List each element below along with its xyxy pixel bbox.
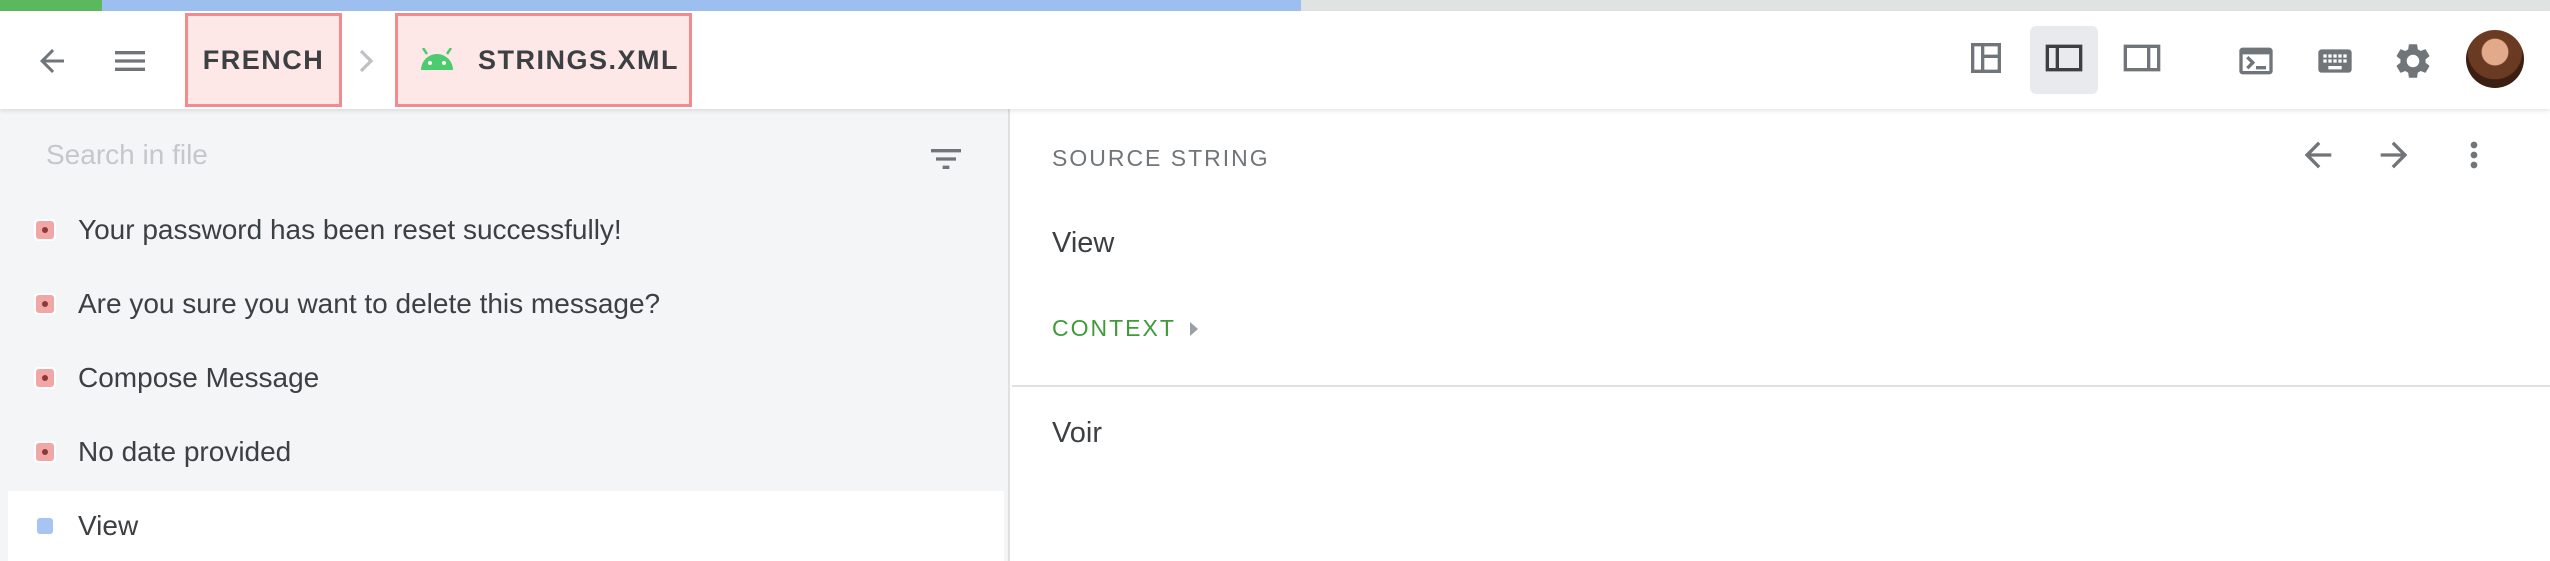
untranslated-status-icon [34,293,56,315]
filter-icon[interactable] [926,139,966,184]
string-text: Are you sure you want to delete this mes… [78,288,661,319]
layout-left-panel-button[interactable] [2030,26,2098,94]
hamburger-menu-icon[interactable] [108,39,152,83]
translation-text[interactable]: Voir [1052,417,1102,450]
back-arrow-icon[interactable] [30,39,74,83]
string-text: View [78,510,139,541]
strings-panel: Your password has been reset successfull… [0,109,1010,561]
search-input[interactable] [46,135,876,175]
top-bar: FRENCH STRINGS.XML [0,11,2550,109]
string-list-item[interactable]: No date provided [8,417,1004,487]
progress-translated-segment [102,0,1301,11]
breadcrumb-file-label: STRINGS.XML [478,44,680,75]
string-text: Your password has been reset successfull… [78,214,622,245]
next-string-icon[interactable] [2374,135,2414,180]
string-list-item-selected[interactable]: View [8,491,1004,561]
divider [1012,385,2550,387]
string-text: Compose Message [78,362,320,393]
breadcrumb-language[interactable]: FRENCH [185,13,342,107]
string-list-item[interactable]: Are you sure you want to delete this mes… [8,269,1004,339]
previous-string-icon[interactable] [2298,135,2338,180]
breadcrumb-language-label: FRENCH [202,44,325,75]
layout-split-icon [1966,38,2006,83]
string-list-item[interactable]: Compose Message [8,343,1004,413]
avatar[interactable] [2466,30,2524,88]
layout-split-button[interactable] [1952,26,2020,94]
translated-status-icon [34,515,56,537]
caret-right-icon [1189,321,1198,336]
gear-icon[interactable] [2391,39,2435,83]
layout-right-panel-button[interactable] [2108,26,2176,94]
progress-approved-segment [0,0,102,11]
context-label: CONTEXT [1052,315,1176,341]
source-string-label: SOURCE STRING [1052,145,1270,171]
more-options-icon[interactable] [2454,135,2494,180]
translation-progress-bar [0,0,2550,11]
untranslated-status-icon [34,441,56,463]
android-icon [418,48,456,72]
layout-left-panel-icon [2042,38,2086,83]
layout-right-panel-icon [2120,38,2164,83]
untranslated-status-icon [34,367,56,389]
string-list-item[interactable]: Your password has been reset successfull… [8,195,1004,265]
source-string-text: View [1052,227,1115,259]
editor-panel: SOURCE STRING View CONTEXT Voir [1012,109,2550,561]
string-text: No date provided [78,436,292,467]
keyboard-icon[interactable] [2313,39,2357,83]
chevron-right-icon [357,49,377,73]
breadcrumb-file[interactable]: STRINGS.XML [395,13,692,107]
terminal-icon[interactable] [2234,39,2278,83]
context-toggle[interactable]: CONTEXT [1052,315,1198,342]
untranslated-status-icon [34,219,56,241]
